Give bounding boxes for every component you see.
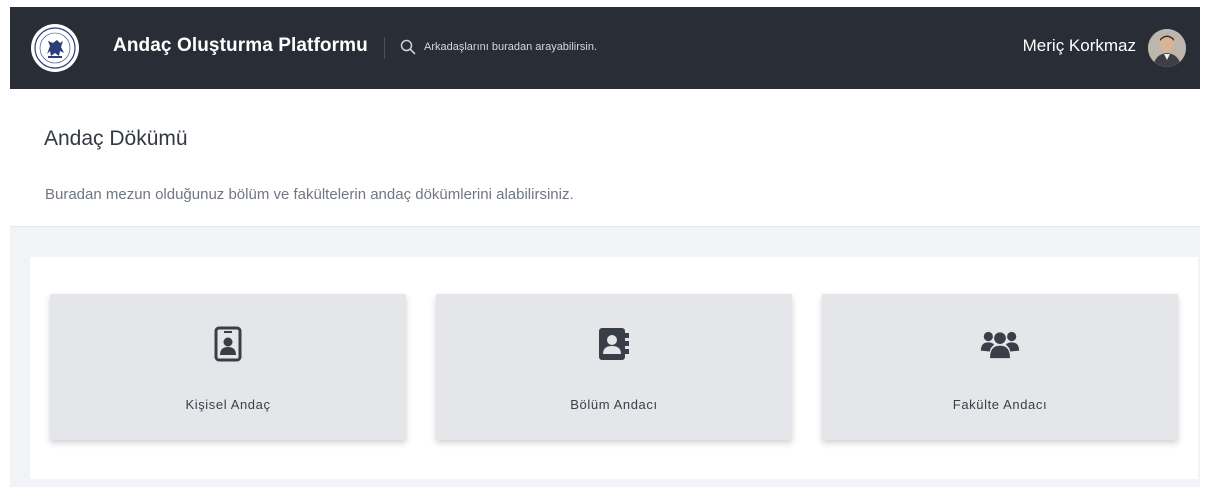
address-book-icon [594, 324, 634, 364]
user-avatar[interactable] [1148, 29, 1186, 67]
id-badge-icon [208, 324, 248, 364]
search-bar[interactable] [400, 35, 724, 59]
department-andac-card[interactable]: Bölüm Andacı [436, 294, 792, 440]
search-icon [400, 39, 416, 55]
user-name[interactable]: Meriç Korkmaz [1023, 36, 1136, 56]
university-seal-icon[interactable] [31, 24, 79, 72]
personal-andac-card[interactable]: Kişisel Andaç [50, 294, 406, 440]
card-label: Fakülte Andacı [952, 397, 1048, 412]
search-input[interactable] [424, 41, 724, 53]
faculty-andac-card[interactable]: Fakülte Andacı [822, 294, 1178, 440]
nav-divider [384, 37, 385, 59]
app-title[interactable]: Andaç Oluşturma Platformu [113, 35, 368, 57]
users-icon [980, 324, 1020, 364]
top-navbar: Andaç Oluşturma Platformu Meriç Korkmaz [10, 7, 1200, 89]
page-title: Andaç Dökümü [44, 127, 188, 150]
card-label: Bölüm Andacı [570, 397, 658, 412]
card-label: Kişisel Andaç [185, 397, 271, 412]
page-description: Buradan mezun olduğunuz bölüm ve fakülte… [45, 186, 574, 203]
